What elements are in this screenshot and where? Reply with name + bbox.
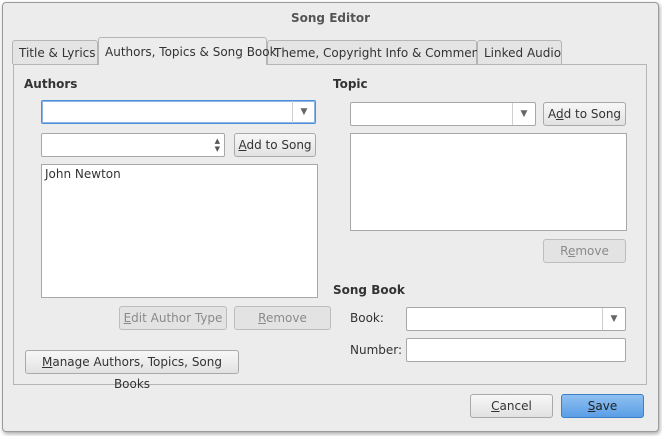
author-remove-label: emove xyxy=(265,311,307,325)
manage-label: anage Authors, Topics, Song Books xyxy=(52,355,222,391)
topic-add-to-song-button[interactable]: Add to Song xyxy=(543,102,626,126)
cancel-mnemonic: C xyxy=(491,399,500,413)
topic-add-label: d to Song xyxy=(563,107,622,121)
topic-remove-button[interactable]: Remove xyxy=(543,239,626,263)
chevron-down-icon[interactable]: ▼ xyxy=(292,101,315,123)
tab-authors-topics-song-book[interactable]: Authors, Topics & Song Book xyxy=(98,37,277,65)
tab-panel: Authors ▼ ▲ ▼ Add to Song John Newton Edi… xyxy=(13,64,647,391)
list-item[interactable]: John Newton xyxy=(42,165,317,183)
authors-list[interactable]: John Newton xyxy=(41,164,318,298)
author-remove-mnemonic: R xyxy=(258,311,266,325)
topic-combobox[interactable]: ▼ xyxy=(350,102,536,126)
save-button[interactable]: Save xyxy=(561,394,644,418)
cancel-button[interactable]: Cancel xyxy=(470,394,553,418)
manage-mnemonic: M xyxy=(41,355,53,369)
book-combobox[interactable]: ▼ xyxy=(406,307,626,331)
spin-arrows-icon[interactable]: ▲ ▼ xyxy=(215,137,220,153)
author-type-spinbox[interactable]: ▲ ▼ xyxy=(41,133,225,157)
author-add-label: dd to Song xyxy=(246,138,312,152)
window-title: Song Editor xyxy=(291,11,370,25)
topic-remove-label: move xyxy=(575,244,609,258)
song-editor-window: Song Editor Title & Lyrics Authors, Topi… xyxy=(2,2,659,432)
topics-list[interactable] xyxy=(350,133,627,231)
tab-linked-audio[interactable]: Linked Audio xyxy=(477,40,562,64)
topic-remove-prefix: R xyxy=(560,244,568,258)
number-field[interactable] xyxy=(406,338,626,362)
manage-authors-topics-books-button[interactable]: Manage Authors, Topics, Song Books xyxy=(25,350,239,391)
author-combobox[interactable]: ▼ xyxy=(41,100,316,124)
tab-theme-copyright-comments[interactable]: Theme, Copyright Info & Comments xyxy=(267,40,490,64)
cancel-label: ancel xyxy=(499,399,532,413)
edit-author-type-button[interactable]: Edit Author Type xyxy=(119,306,227,330)
chevron-down-icon[interactable]: ▼ xyxy=(512,103,535,125)
number-label: Number: xyxy=(350,343,403,357)
chevron-down-icon[interactable]: ▼ xyxy=(602,308,625,330)
book-label: Book: xyxy=(350,311,384,325)
topic-add-mnemonic: d xyxy=(555,107,564,121)
topic-add-prefix: A xyxy=(547,107,556,121)
song-book-heading: Song Book xyxy=(333,283,405,297)
author-add-to-song-button[interactable]: Add to Song xyxy=(234,133,316,157)
author-remove-button[interactable]: Remove xyxy=(234,306,331,330)
authors-heading: Authors xyxy=(24,77,78,91)
edit-author-type-label: dit Author Type xyxy=(131,311,223,325)
save-label: ave xyxy=(595,399,618,413)
topic-heading: Topic xyxy=(333,77,368,91)
tab-title-lyrics[interactable]: Title & Lyrics xyxy=(12,40,98,64)
